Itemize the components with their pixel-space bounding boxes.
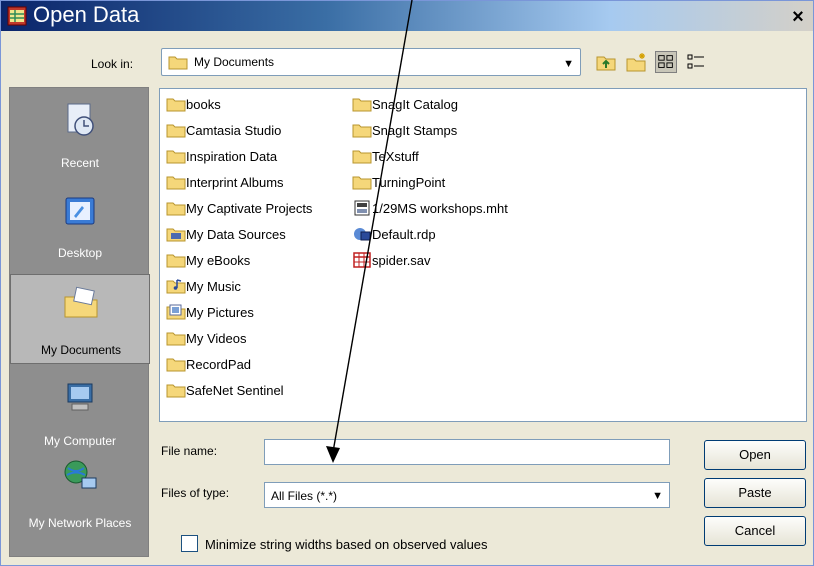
folder-icon (166, 254, 186, 268)
music-folder-icon (166, 279, 186, 294)
folder-icon (166, 124, 186, 138)
place-label: Recent (60, 156, 100, 170)
spss-data-file-icon (353, 252, 371, 268)
minimize-widths-checkbox[interactable] (181, 535, 198, 552)
file-list[interactable]: books Camtasia Studio Inspiration Data I… (159, 88, 807, 422)
place-label: My Computer (43, 434, 117, 448)
close-icon: × (792, 6, 804, 28)
paste-button[interactable]: Paste (704, 478, 806, 508)
close-button[interactable]: × (787, 7, 809, 27)
place-my-documents[interactable]: My Documents (10, 274, 150, 364)
cancel-button[interactable]: Cancel (704, 516, 806, 546)
open-button[interactable]: Open (704, 440, 806, 470)
place-label: Desktop (57, 246, 103, 260)
folder-icon (352, 98, 372, 112)
my-documents-icon (64, 286, 98, 318)
title-bar[interactable]: Open Data × (1, 1, 813, 31)
folder-icon (168, 56, 188, 70)
look-in-value: My Documents (194, 55, 275, 69)
app-icon (7, 6, 27, 26)
up-folder-icon[interactable] (595, 51, 617, 73)
file-type-dropdown[interactable]: All Files (*.*) ▼ (264, 482, 670, 508)
dropdown-arrow-icon[interactable]: ▼ (563, 58, 574, 70)
place-network[interactable]: My Network Places (10, 448, 150, 538)
place-label: My Documents (40, 343, 122, 357)
file-name-input[interactable] (264, 439, 670, 465)
place-my-computer[interactable]: My Computer (10, 370, 150, 460)
desktop-icon (65, 197, 95, 225)
pictures-folder-icon (166, 304, 186, 320)
folder-icon (166, 150, 186, 164)
folder-icon (166, 358, 186, 372)
details-view-icon[interactable] (685, 51, 707, 73)
folder-icon (166, 98, 186, 112)
file-name-label: File name: (161, 444, 218, 458)
recent-documents-icon (67, 103, 94, 136)
places-bar: Recent Desktop My Documents My Computer … (9, 87, 150, 557)
look-in-label: Look in: (91, 57, 134, 71)
minimize-widths-label: Minimize string widths based on observed… (205, 537, 488, 552)
place-label: My Network Places (28, 516, 132, 530)
open-data-dialog: Open Data × Look in: My Documents ▼ Rece… (0, 0, 814, 566)
window-title: Open Data (33, 2, 140, 27)
folder-icon (352, 176, 372, 190)
data-sources-folder-icon (166, 228, 186, 242)
list-view-icon[interactable] (655, 51, 677, 73)
look-in-dropdown[interactable]: My Documents ▼ (161, 48, 581, 76)
file-type-value: All Files (*.*) (271, 489, 338, 503)
file-type-label: Files of type: (161, 486, 230, 500)
mht-file-icon (354, 200, 370, 216)
folder-icon (166, 176, 186, 190)
folder-icon (352, 150, 372, 164)
new-folder-icon[interactable] (625, 51, 647, 73)
place-desktop[interactable]: Desktop (10, 184, 150, 274)
place-recent[interactable]: Recent (10, 92, 150, 182)
folder-icon (166, 332, 186, 346)
my-computer-icon (67, 383, 93, 411)
dropdown-arrow-icon[interactable]: ▼ (652, 490, 663, 502)
folder-icon (166, 384, 186, 398)
folder-icon (166, 202, 186, 216)
network-places-icon (64, 460, 97, 489)
remote-desktop-file-icon (354, 228, 371, 241)
folder-icon (352, 124, 372, 138)
